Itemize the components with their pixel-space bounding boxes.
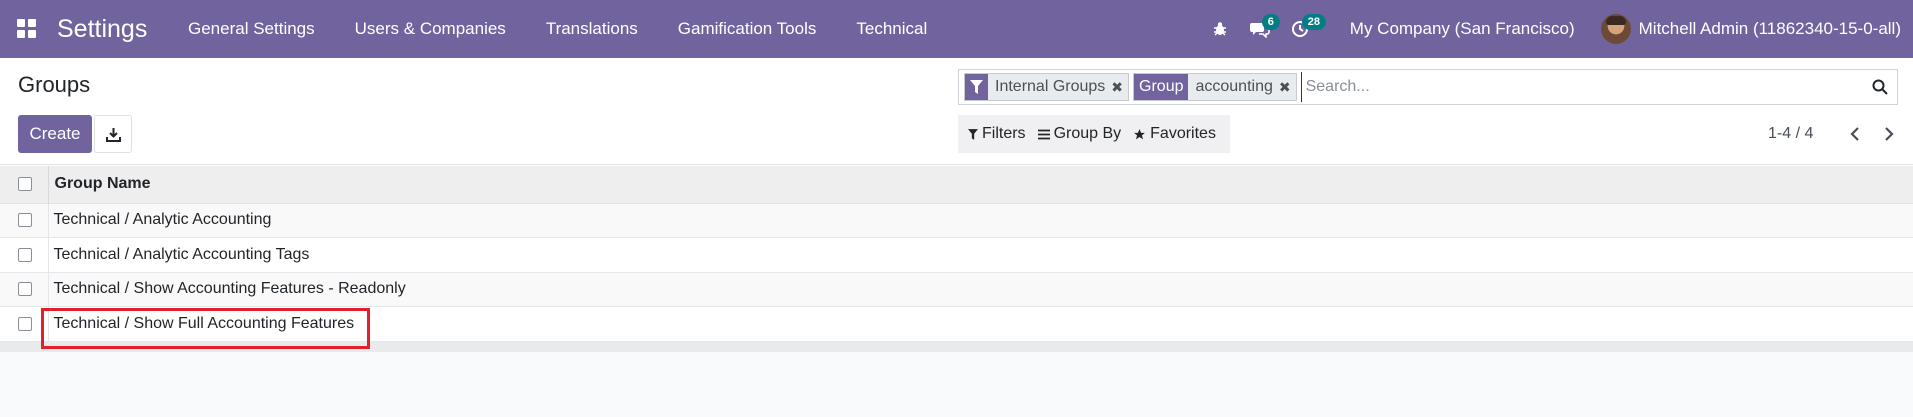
user-menu[interactable]: Mitchell Admin (11862340-15-0-all) [1600,14,1913,44]
row-group-name[interactable]: Technical / Show Accounting Features - R… [48,272,1913,307]
control-panel: Groups Create Internal Groups ✖ Group ac… [0,58,1913,165]
groups-table: Group Name Technical / Analytic Accounti… [0,166,1913,342]
menu-gamification-tools[interactable]: Gamification Tools [658,0,837,58]
row-group-name[interactable]: Technical / Show Full Accounting Feature… [48,307,1913,342]
bars-icon [1037,129,1050,139]
download-icon [105,127,121,142]
table-row[interactable]: Technical / Analytic Accounting [0,203,1913,238]
star-icon [1134,128,1146,139]
avatar [1600,14,1631,44]
user-name: Mitchell Admin (11862340-15-0-all) [1638,19,1901,38]
table-row[interactable]: Technical / Show Accounting Features - R… [0,272,1913,307]
table-row[interactable]: Technical / Analytic Accounting Tags [0,237,1913,273]
page-title: Groups [18,72,91,97]
column-header-group-name[interactable]: Group Name [48,166,1913,203]
list-view: Group Name Technical / Analytic Accounti… [0,166,1913,417]
messages-icon[interactable]: 6 [1240,0,1280,58]
facet-remove-icon[interactable]: ✖ [1277,79,1296,96]
table-header-row: Group Name [0,166,1913,203]
debug-bug-icon[interactable] [1200,0,1240,58]
table-row[interactable]: Technical / Show Full Accounting Feature… [0,306,1913,342]
search-input[interactable] [1300,72,1863,102]
pager-previous-icon[interactable] [1843,122,1867,146]
facet-value: accounting [1195,78,1273,95]
row-checkbox[interactable] [18,213,32,228]
row-group-name[interactable]: Technical / Analytic Accounting [48,203,1913,238]
filters-label: Filters [982,125,1026,142]
search-icon[interactable] [1863,70,1897,104]
row-group-name[interactable]: Technical / Analytic Accounting Tags [48,238,1913,273]
favorites-toggle[interactable]: Favorites [1129,125,1224,143]
activities-badge: 28 [1301,14,1327,30]
menu-technical[interactable]: Technical [836,0,947,58]
row-checkbox[interactable] [18,247,32,262]
facet-value: Internal Groups [995,78,1106,95]
select-all-checkbox[interactable] [18,177,32,192]
pager: 1-4 / 4 [1768,122,1901,146]
search-options: Filters Group By Favorites [958,115,1230,153]
filter-icon [968,128,978,140]
company-switcher[interactable]: My Company (San Francisco) [1320,19,1601,39]
row-checkbox[interactable] [18,282,32,297]
row-checkbox[interactable] [18,316,32,331]
facet-label: Group [1134,74,1189,100]
search-bar: Internal Groups ✖ Group accounting ✖ [958,69,1898,105]
main-menu: General Settings Users & Companies Trans… [168,0,947,58]
app-brand[interactable]: Settings [57,13,147,45]
menu-users-companies[interactable]: Users & Companies [335,0,526,58]
filter-icon [965,74,988,100]
groupby-toggle[interactable]: Group By [1034,125,1130,143]
menu-translations[interactable]: Translations [526,0,658,58]
pager-value[interactable]: 1-4 / 4 [1768,125,1813,143]
favorites-label: Favorites [1150,125,1216,142]
menu-general-settings[interactable]: General Settings [168,0,335,58]
filters-toggle[interactable]: Filters [964,125,1034,143]
top-navbar: Settings General Settings Users & Compan… [0,0,1913,58]
apps-menu-icon[interactable] [17,19,37,39]
facet-internal-groups: Internal Groups ✖ [964,73,1130,101]
systray: 6 28 My Company (San Francisco) Mitchell… [1200,0,1913,58]
facet-group: Group accounting ✖ [1133,73,1297,101]
activities-clock-icon[interactable]: 28 [1280,0,1327,58]
list-footer [0,341,1913,352]
facet-remove-icon[interactable]: ✖ [1109,79,1128,96]
export-button[interactable] [94,115,132,153]
messages-badge: 6 [1261,14,1280,30]
groupby-label: Group By [1053,125,1122,142]
pager-next-icon[interactable] [1877,122,1901,146]
create-button[interactable]: Create [18,115,92,153]
